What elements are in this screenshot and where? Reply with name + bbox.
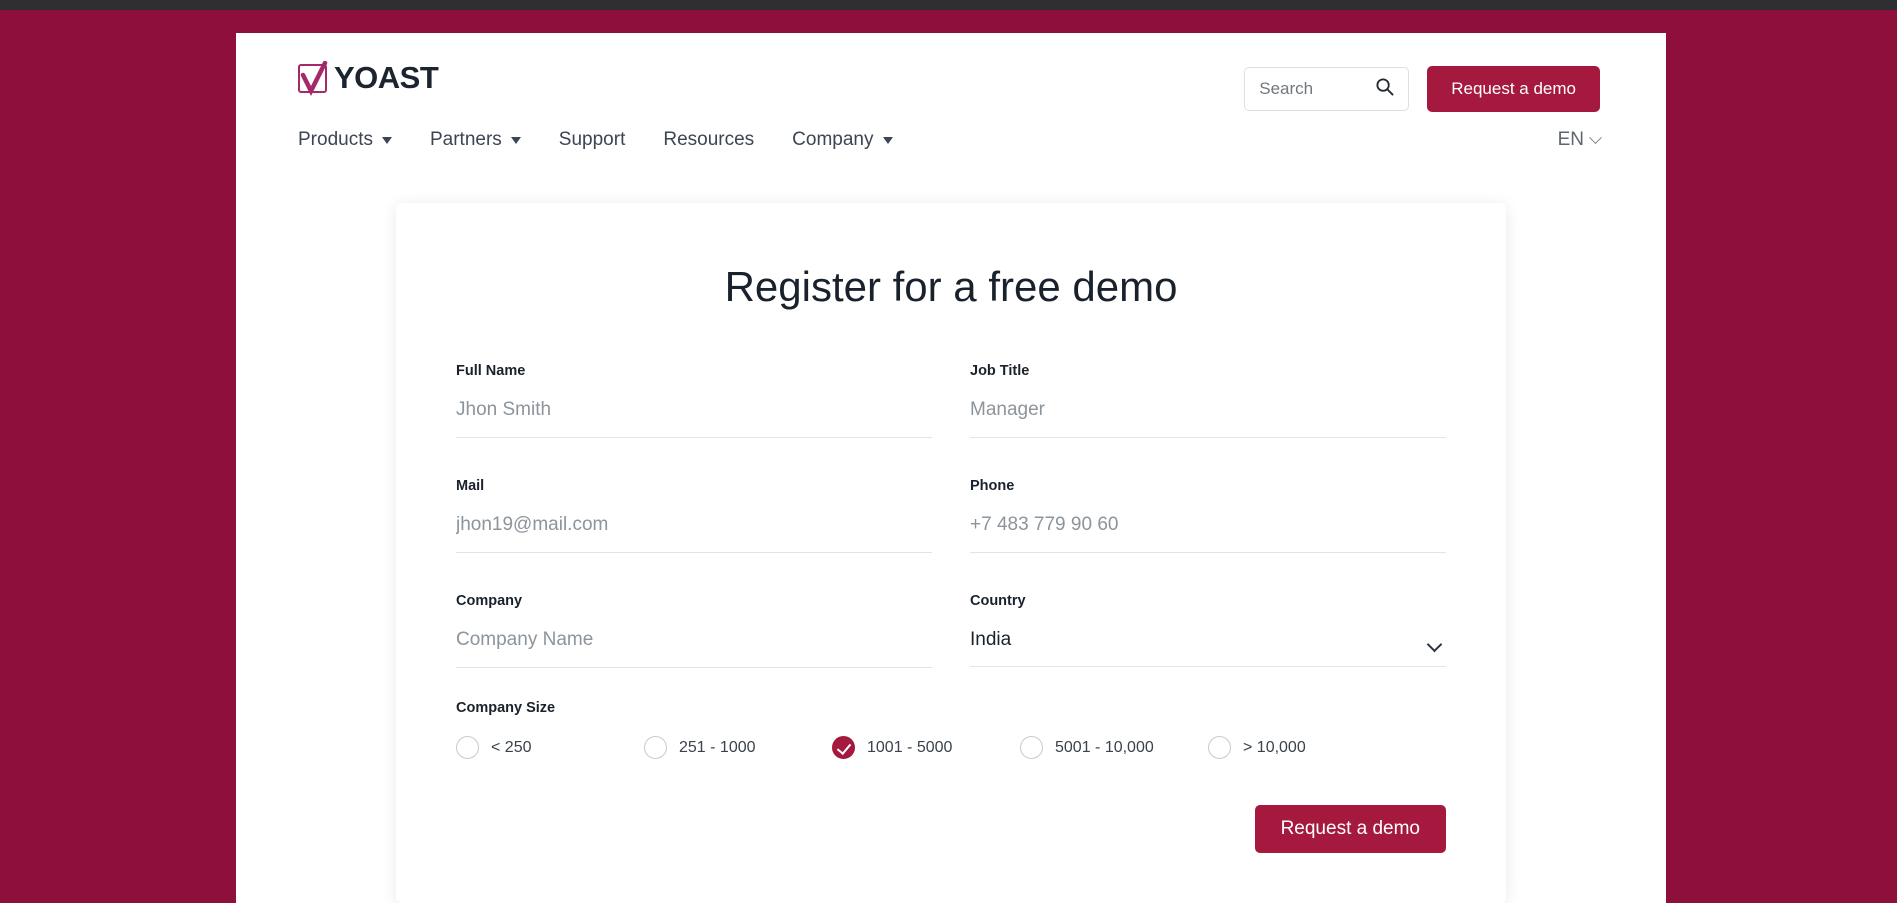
radio-label: 1001 - 5000 [867,739,952,757]
main-navigation: Products Partners Support Resources Comp… [298,129,1600,151]
nav-item-label: Company [792,129,873,151]
company-size-option-lt-250[interactable]: < 250 [456,736,644,759]
chevron-down-icon [1589,131,1602,144]
company-size-label: Company Size [456,700,1446,716]
search-icon[interactable] [1375,77,1394,101]
language-selector[interactable]: EN [1558,129,1600,151]
full-name-input[interactable] [456,399,932,438]
nav-item-resources[interactable]: Resources [663,129,754,151]
nav-item-label: Partners [430,129,502,151]
nav-item-products[interactable]: Products [298,129,392,151]
chevron-down-icon [382,137,392,144]
field-company: Company [456,593,932,668]
company-size-option-251-1000[interactable]: 251 - 1000 [644,736,832,759]
field-phone: Phone [970,478,1446,553]
radio-label: 251 - 1000 [679,739,756,757]
nav-item-label: Products [298,129,373,151]
company-size-option-5001-10000[interactable]: 5001 - 10,000 [1020,736,1208,759]
company-size-option-1001-5000[interactable]: 1001 - 5000 [832,736,1020,759]
country-select[interactable]: India [970,629,1446,667]
company-size-group: Company Size < 250 251 - 1000 1001 - 500… [456,700,1446,759]
radio-label: < 250 [491,739,531,757]
company-size-option-gt-10000[interactable]: > 10,000 [1208,736,1396,759]
field-label: Phone [970,478,1446,494]
header-request-demo-button[interactable]: Request a demo [1427,66,1600,112]
field-label: Mail [456,478,932,494]
phone-input[interactable] [970,514,1446,553]
field-label: Full Name [456,363,932,379]
browser-chrome-strip [0,0,1897,10]
field-country: Country India [970,593,1446,668]
site-header: YOAST Request a demo Products [236,33,1666,163]
radio-icon[interactable] [1208,736,1231,759]
nav-item-label: Resources [663,129,754,151]
field-mail: Mail [456,478,932,553]
submit-request-demo-button[interactable]: Request a demo [1255,805,1446,853]
yoast-checkmark-icon [298,64,327,93]
field-label: Company [456,593,932,609]
form-title: Register for a free demo [456,263,1446,311]
header-actions: Request a demo [1244,66,1600,112]
nav-item-partners[interactable]: Partners [430,129,521,151]
company-size-options: < 250 251 - 1000 1001 - 5000 5001 - 10,0… [456,736,1446,759]
nav-item-company[interactable]: Company [792,129,892,151]
search-box[interactable] [1244,67,1409,111]
field-label: Job Title [970,363,1446,379]
radio-label: 5001 - 10,000 [1055,739,1154,757]
job-title-input[interactable] [970,399,1446,438]
yoast-logo[interactable]: YOAST [298,60,438,96]
nav-item-list: Products Partners Support Resources Comp… [298,129,893,151]
radio-icon[interactable] [456,736,479,759]
country-select-wrapper: India [970,629,1446,667]
radio-icon[interactable] [1020,736,1043,759]
radio-label: > 10,000 [1243,739,1306,757]
demo-registration-form: Register for a free demo Full Name Job T… [396,203,1506,903]
company-input[interactable] [456,629,932,668]
radio-icon[interactable] [644,736,667,759]
field-job-title: Job Title [970,363,1446,438]
logo-wordmark: YOAST [334,60,438,96]
nav-item-label: Support [559,129,626,151]
field-full-name: Full Name [456,363,932,438]
language-label: EN [1558,129,1584,151]
site-page: YOAST Request a demo Products [236,33,1666,903]
chevron-down-icon [883,137,893,144]
nav-item-support[interactable]: Support [559,129,626,151]
field-label: Country [970,593,1446,609]
chevron-down-icon [511,137,521,144]
form-fields-grid: Full Name Job Title Mail Phone Company C [456,363,1446,708]
mail-input[interactable] [456,514,932,553]
radio-icon-selected[interactable] [832,736,855,759]
form-submit-row: Request a demo [456,805,1446,853]
search-input[interactable] [1259,79,1369,99]
